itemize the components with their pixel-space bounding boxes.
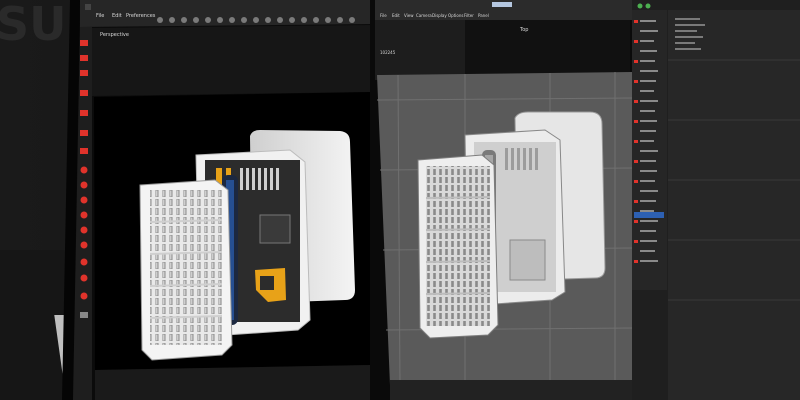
left-menu-file[interactable]: File <box>96 13 104 19</box>
right-monitor <box>370 0 800 400</box>
attribute-value: 102245 <box>380 50 396 55</box>
right-menu-options[interactable]: Options <box>448 13 463 18</box>
left-menu-preferences[interactable]: Preferences <box>126 13 155 19</box>
window-title-field[interactable] <box>492 2 512 7</box>
left-monitor <box>62 0 375 400</box>
right-menu-panel[interactable]: Panel <box>478 13 489 18</box>
scene-graphic: SU: <box>0 0 800 400</box>
right-menu-camera[interactable]: Camera <box>416 13 432 18</box>
right-menu-file[interactable]: File <box>380 13 387 18</box>
right-menu-filter[interactable]: Filter <box>464 13 474 18</box>
right-menu-display[interactable]: Display <box>432 13 447 18</box>
right-viewport-label: Top <box>520 27 529 33</box>
photo-of-two-monitors: SU: File Edit Preferences Perspective Fi… <box>0 0 800 400</box>
left-menu-edit[interactable]: Edit <box>112 13 122 19</box>
right-menu-edit[interactable]: Edit <box>392 13 400 18</box>
left-viewport-label: Perspective <box>100 32 129 38</box>
right-menu-view[interactable]: View <box>404 13 414 18</box>
